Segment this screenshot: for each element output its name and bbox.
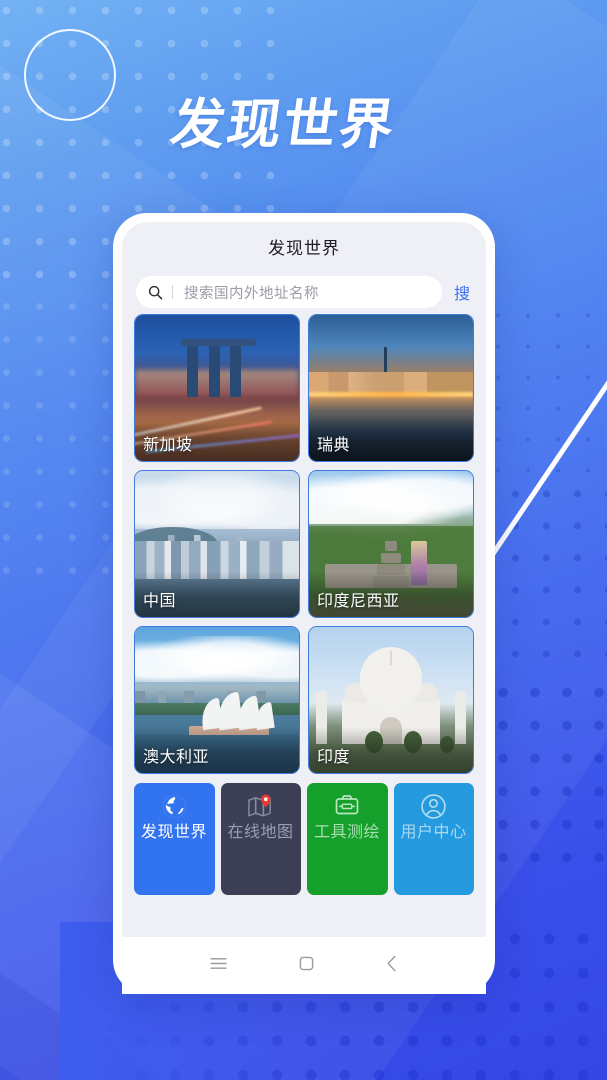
android-navigation-bar bbox=[122, 938, 486, 994]
search-divider bbox=[172, 285, 173, 299]
search-icon bbox=[148, 285, 163, 300]
card-label: 印度尼西亚 bbox=[317, 593, 400, 610]
bottom-tiles: 发现世界 在线地图 工具测绘 用户中心 bbox=[122, 774, 486, 895]
search-placeholder: 搜索国内外地址名称 bbox=[184, 285, 319, 302]
destination-card[interactable]: 新加坡 bbox=[134, 314, 300, 462]
card-label: 中国 bbox=[143, 593, 177, 610]
map-pin-icon bbox=[228, 791, 295, 821]
card-label: 瑞典 bbox=[317, 437, 351, 454]
destination-card[interactable]: 印度尼西亚 bbox=[308, 470, 474, 618]
tile-label: 工具测绘 bbox=[314, 824, 381, 841]
app-title: 发现世界 bbox=[268, 238, 340, 258]
globe-icon bbox=[141, 791, 208, 821]
poster-title: 发现世界 bbox=[166, 93, 400, 156]
card-label: 澳大利亚 bbox=[143, 749, 210, 766]
app-header: 发现世界 bbox=[122, 222, 486, 270]
search-button[interactable]: 搜 bbox=[442, 280, 474, 304]
back-chevron-icon[interactable] bbox=[386, 955, 398, 977]
toolbox-icon bbox=[314, 791, 381, 821]
tile-discover-world[interactable]: 发现世界 bbox=[134, 783, 215, 895]
tile-label: 用户中心 bbox=[400, 824, 467, 841]
destination-card[interactable]: 印度 bbox=[308, 626, 474, 774]
poster-background: 发现世界 发现世界 搜索国内外地址名称 搜 新加坡 瑞典 中国 印度尼西亚 澳大… bbox=[0, 0, 607, 1080]
destination-card[interactable]: 瑞典 bbox=[308, 314, 474, 462]
app-screen: 发现世界 搜索国内外地址名称 搜 新加坡 瑞典 中国 印度尼西亚 澳大利亚 印度… bbox=[122, 222, 486, 937]
menu-icon[interactable] bbox=[210, 957, 227, 975]
user-icon bbox=[401, 791, 468, 821]
home-square-icon[interactable] bbox=[299, 956, 314, 976]
tile-tool-survey[interactable]: 工具测绘 bbox=[307, 783, 388, 895]
destination-card[interactable]: 中国 bbox=[134, 470, 300, 618]
destination-grid: 新加坡 瑞典 中国 印度尼西亚 澳大利亚 印度 bbox=[122, 314, 486, 774]
card-label: 印度 bbox=[317, 749, 351, 766]
search-row: 搜索国内外地址名称 搜 bbox=[122, 270, 486, 314]
destination-card[interactable]: 澳大利亚 bbox=[134, 626, 300, 774]
search-input[interactable]: 搜索国内外地址名称 bbox=[136, 276, 442, 308]
tile-label: 发现世界 bbox=[141, 824, 208, 841]
phone-mockup: 发现世界 搜索国内外地址名称 搜 新加坡 瑞典 中国 印度尼西亚 澳大利亚 印度… bbox=[113, 213, 495, 994]
decorative-circle bbox=[24, 29, 116, 121]
tile-online-map[interactable]: 在线地图 bbox=[220, 783, 301, 895]
tile-label: 在线地图 bbox=[227, 824, 294, 841]
tile-user-center[interactable]: 用户中心 bbox=[393, 783, 474, 895]
card-label: 新加坡 bbox=[143, 437, 193, 454]
